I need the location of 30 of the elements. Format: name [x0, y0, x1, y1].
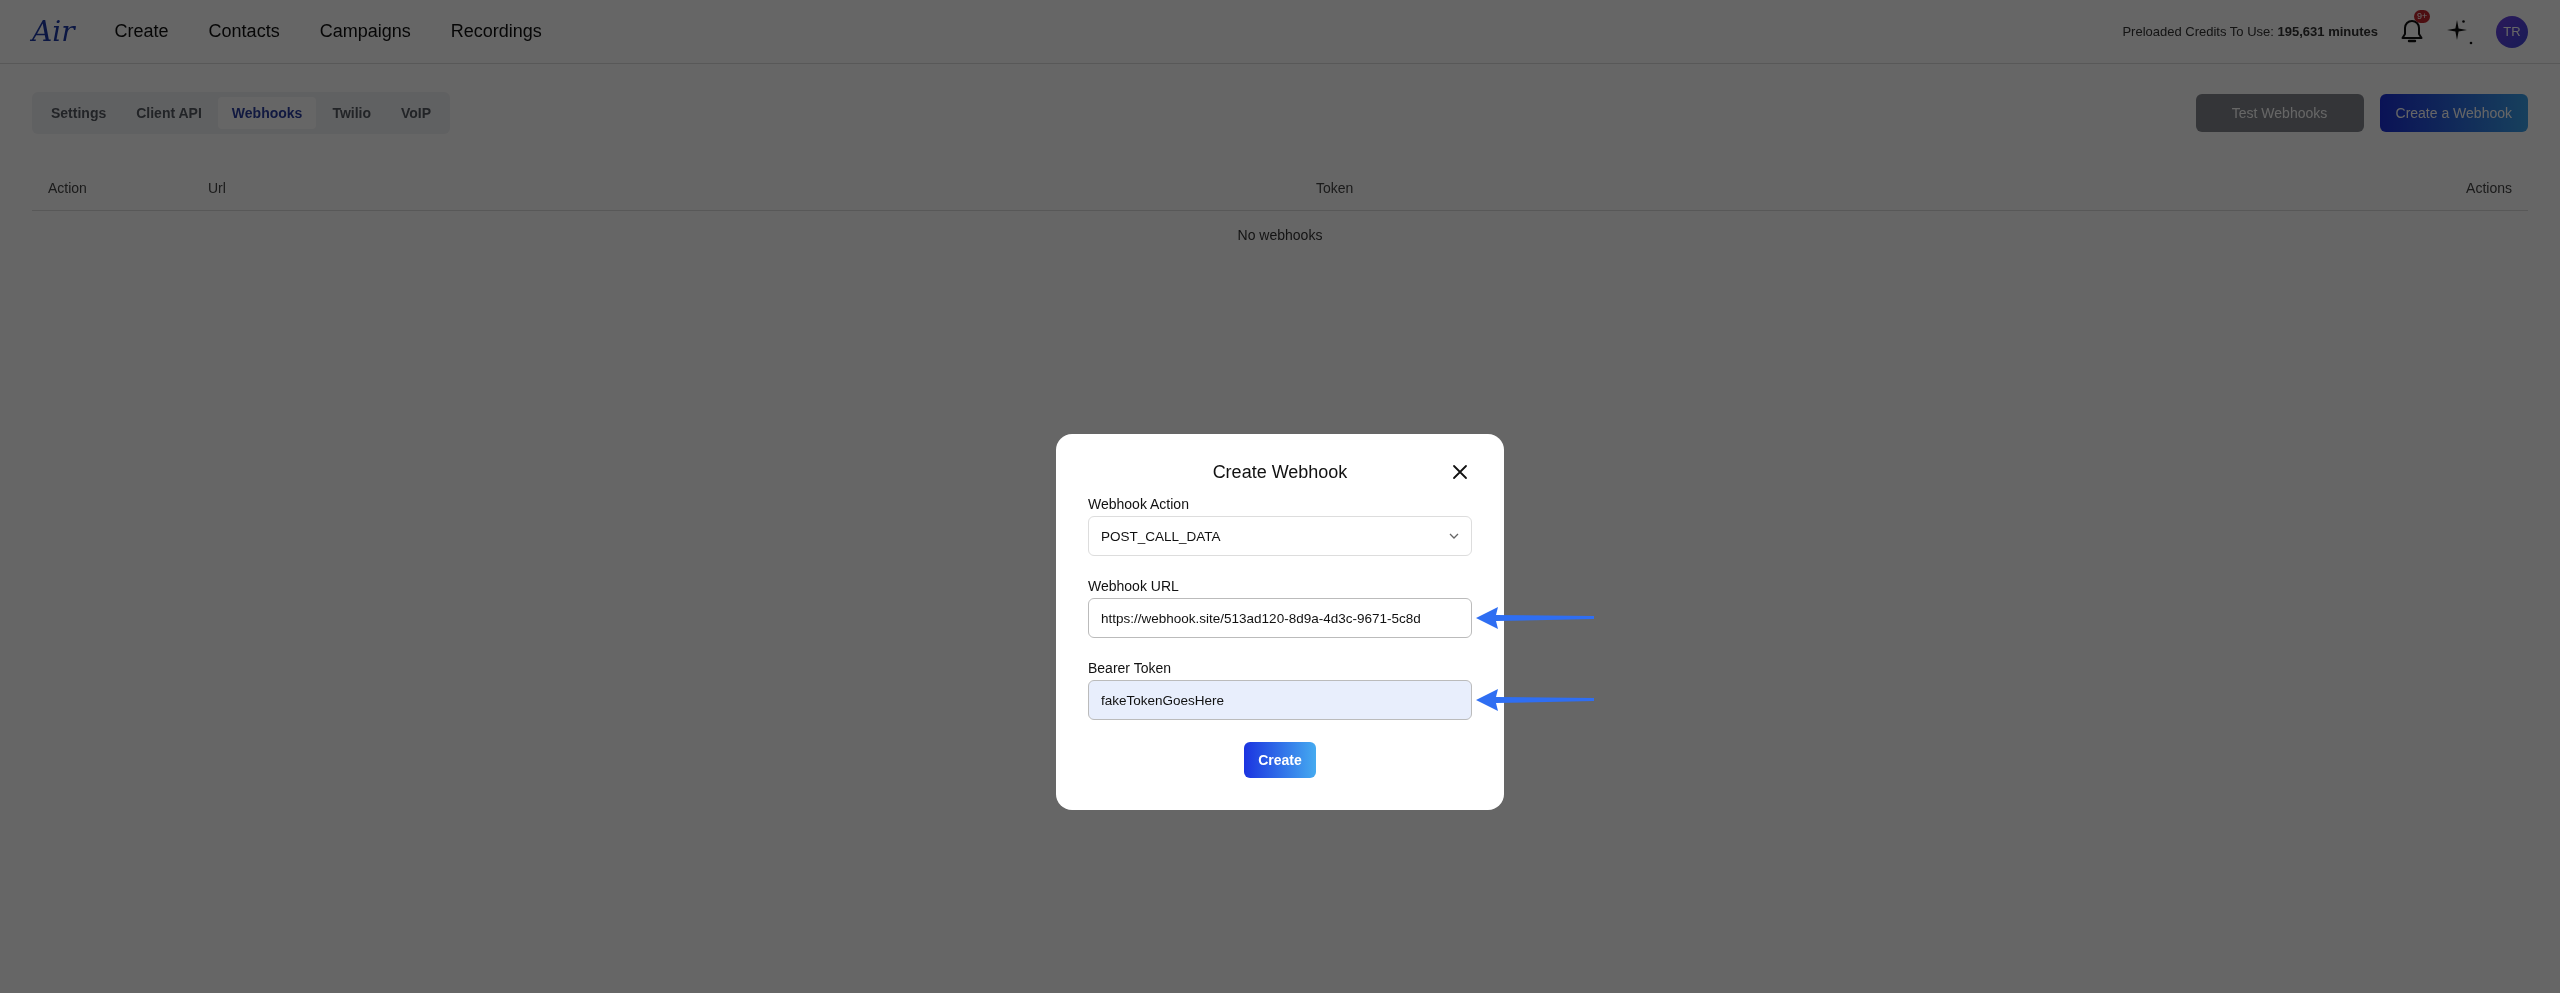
create-webhook-button[interactable]: Create a Webhook: [2379, 94, 2528, 132]
column-header: Url: [208, 180, 227, 196]
input-field[interactable]: https://webhook.site/513ad120-8d9a-4d3c-9671-5c8d: [1088, 598, 1472, 638]
close-icon: [1452, 464, 1468, 480]
field-label: Bearer Token: [1088, 660, 1172, 676]
tab[interactable]: Settings: [37, 97, 121, 129]
column-header: Actions: [2465, 180, 2512, 196]
column-header: Token: [1316, 180, 1355, 196]
nav-link[interactable]: Create: [114, 21, 169, 42]
select-field[interactable]: POST_CALL_DATA: [1088, 516, 1472, 556]
avatar[interactable]: TR: [2496, 15, 2528, 48]
tab[interactable]: VoIP: [387, 97, 446, 129]
create-button[interactable]: Create: [1244, 742, 1316, 778]
empty-message: No webhooks: [1237, 227, 1323, 243]
field-label: Webhook Action: [1088, 496, 1190, 512]
field-label: Webhook URL: [1088, 578, 1180, 594]
notification-badge: 9+: [2414, 9, 2431, 23]
nav-link[interactable]: Campaigns: [319, 21, 411, 42]
credits-text: Preloaded Credits To Use: 195,631 minutes: [2122, 24, 2378, 39]
tab[interactable]: Webhooks: [217, 97, 317, 129]
nav-link[interactable]: Contacts: [208, 21, 280, 42]
modal-title: Create Webhook: [1212, 461, 1348, 483]
input-field[interactable]: fakeTokenGoesHere: [1088, 680, 1472, 720]
tab[interactable]: Client API: [122, 97, 216, 129]
bell-icon[interactable]: [2400, 18, 2424, 45]
nav-link[interactable]: Recordings: [450, 21, 542, 42]
chevron-icon: [1449, 533, 1459, 539]
column-header: Action: [48, 180, 88, 196]
logo[interactable]: Air: [32, 15, 75, 48]
tab[interactable]: Twilio: [318, 97, 385, 129]
